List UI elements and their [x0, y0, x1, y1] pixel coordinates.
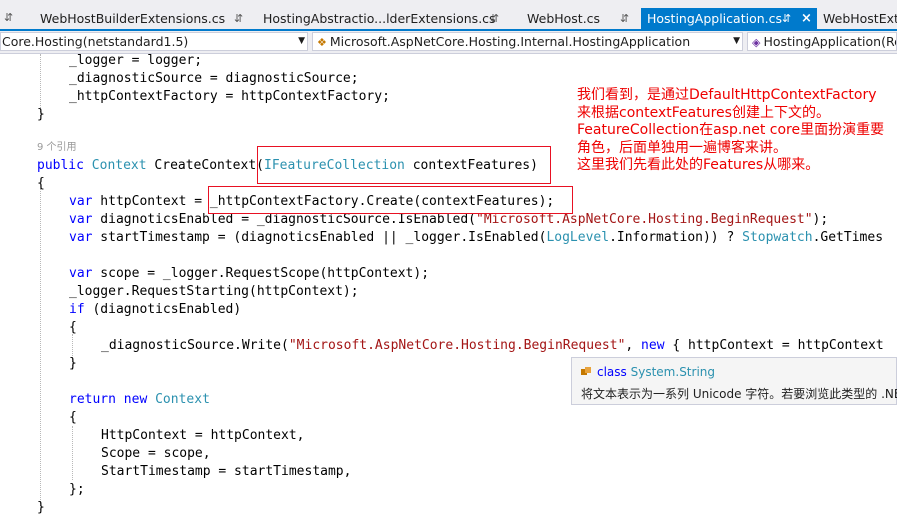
- annotation-line: 这里我们先看此处的Features从哪来。: [577, 157, 820, 173]
- code-line: _logger.RequestStarting(httpContext);: [69, 284, 359, 299]
- close-icon[interactable]: ×: [801, 8, 812, 29]
- code-line: if (diagnoticsEnabled): [69, 302, 242, 317]
- quick-info-tooltip: class System.String 将文本表示为一系列 Unicode 字符…: [571, 357, 897, 405]
- annotation-line: FeatureCollection在asp.net core里面扮演重要: [577, 122, 885, 138]
- code-line: Scope = scope,: [101, 446, 211, 461]
- highlight-box-parameter: [257, 146, 551, 184]
- tooltip-description: 将文本表示为一系列 Unicode 字符。若要浏览此类型的 .NE: [581, 387, 897, 401]
- project-dropdown[interactable]: Core.Hosting(netstandard1.5) ▼: [0, 32, 308, 51]
- pin-icon[interactable]: ⇵: [490, 8, 499, 29]
- document-tab-strip: ⇵ WebHostBuilderExtensions.cs ⇵ HostingA…: [0, 0, 897, 30]
- code-line: var scope = _logger.RequestScope(httpCon…: [69, 266, 430, 281]
- code-line: var startTimestamp = (diagnoticsEnabled …: [69, 230, 884, 245]
- pin-icon[interactable]: ⇵: [620, 8, 629, 29]
- code-line: _httpContextFactory = httpContextFactory…: [69, 89, 390, 104]
- pin-icon[interactable]: ⇵: [234, 8, 243, 29]
- tooltip-keyword: class: [597, 365, 627, 379]
- class-icon: ❖: [317, 36, 327, 49]
- tab-label: WebHost.cs: [527, 11, 601, 26]
- code-line: _logger = logger;: [69, 54, 203, 68]
- code-line: _diagnosticSource.Write("Microsoft.AspNe…: [101, 338, 884, 353]
- codelens-references[interactable]: 9 个引用: [0, 138, 77, 156]
- code-line: {: [69, 410, 77, 425]
- tab-hostingabstractions[interactable]: HostingAbstractio...lderExtensions.cs ⇵: [252, 8, 508, 29]
- tab-label: HostingAbstractio...lderExtensions.cs: [263, 11, 496, 26]
- code-line: HttpContext = httpContext,: [101, 428, 305, 443]
- tab-label: WebHostExte: [823, 11, 897, 26]
- code-line: {: [69, 320, 77, 335]
- chevron-down-icon[interactable]: ▼: [298, 33, 305, 50]
- code-line: }: [37, 500, 45, 515]
- tab-webhost[interactable]: WebHost.cs ⇵: [508, 8, 641, 29]
- tab-label: HostingApplication.cs: [647, 11, 782, 26]
- tooltip-signature: class System.String: [580, 365, 715, 379]
- member-dropdown[interactable]: ◈ HostingApplication(Re: [747, 32, 897, 51]
- tab-webhostbuilderextensions[interactable]: WebHostBuilderExtensions.cs ⇵: [22, 8, 252, 29]
- code-line: _diagnosticSource = diagnosticSource;: [69, 71, 359, 86]
- code-line: }: [69, 356, 77, 371]
- annotation-line: 来根据contextFeatures创建上下文的。: [577, 104, 830, 121]
- code-line: };: [69, 482, 85, 497]
- highlight-box-factory-call: [208, 186, 573, 214]
- type-dropdown-value: Microsoft.AspNetCore.Hosting.Internal.Ho…: [329, 34, 691, 49]
- method-icon: ◈: [752, 36, 761, 49]
- navigation-bar: Core.Hosting(netstandard1.5) ▼ ❖ Microsof…: [0, 31, 897, 54]
- tab-webhostextensions[interactable]: WebHostExte: [817, 8, 897, 29]
- project-dropdown-value: Core.Hosting(netstandard1.5): [2, 34, 189, 49]
- pin-icon[interactable]: ⇵: [782, 8, 791, 29]
- member-dropdown-value: HostingApplication(Re: [763, 34, 897, 49]
- chevron-down-icon[interactable]: ▼: [733, 33, 740, 50]
- tooltip-type: System.String: [630, 365, 715, 379]
- tab-hostingapplication[interactable]: HostingApplication.cs ⇵ ×: [641, 8, 817, 29]
- pin-icon[interactable]: ⇵: [4, 11, 13, 24]
- code-line: StartTimestamp = startTimestamp,: [101, 464, 352, 479]
- annotation-line: 我们看到，是通过DefaultHttpContextFactory: [577, 87, 877, 103]
- code-line: {: [37, 176, 45, 191]
- tab-label: WebHostBuilderExtensions.cs: [40, 11, 226, 26]
- annotation-line: 角色，后面单独用一遍博客来讲。: [577, 139, 787, 156]
- code-line: }: [37, 107, 45, 122]
- annotation-note: 我们看到，是通过DefaultHttpContextFactory 来根据con…: [577, 87, 897, 175]
- class-icon: [581, 367, 591, 375]
- code-line: return new Context: [69, 392, 210, 407]
- type-dropdown[interactable]: ❖ Microsoft.AspNetCore.Hosting.Internal.H…: [312, 32, 743, 51]
